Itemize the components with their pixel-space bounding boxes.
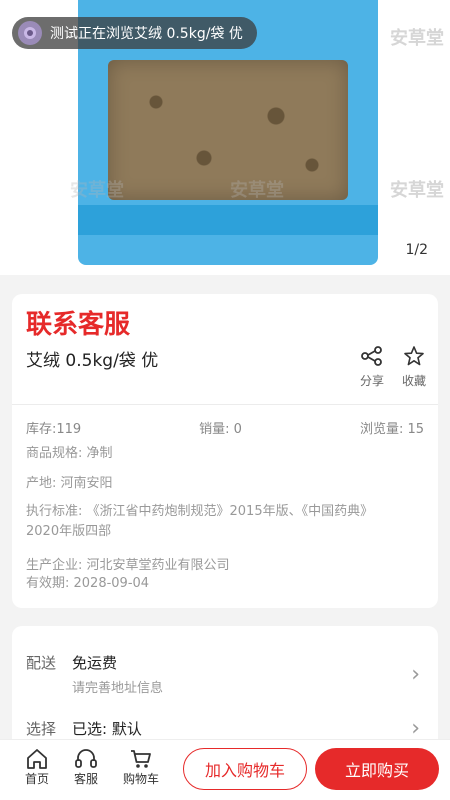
gallery-page-indicator: 1/2	[405, 242, 428, 258]
watermark: 安草堂	[70, 180, 124, 201]
watermark: 安草堂	[390, 28, 444, 49]
bottom-action-bar: 首页 客服 购物车 加入购物车 立即购买	[0, 739, 450, 800]
sales-count: 销量: 0	[199, 422, 242, 437]
nav-cart[interactable]: 购物车	[123, 748, 159, 787]
share-icon	[361, 346, 382, 366]
product-manufacturer: 生产企业: 河北安草堂药业有限公司	[26, 558, 230, 573]
product-origin: 产地: 河南安阳	[26, 476, 113, 491]
delivery-label: 配送	[26, 654, 57, 672]
product-standard-line1: 执行标准: 《浙江省中药炮制规范》2015年版、《中国药典》	[26, 504, 374, 519]
product-standard: 执行标准: 《浙江省中药炮制规范》2015年版、《中国药典》 2020年版四部	[26, 502, 420, 542]
nav-cart-label: 购物车	[123, 772, 160, 786]
browsing-toast: 测试正在浏览艾绒 0.5kg/袋 优	[12, 17, 257, 49]
stock-count: 库存:119	[26, 422, 82, 437]
selection-label: 选择	[26, 720, 57, 738]
chevron-right-icon: ›	[411, 716, 420, 741]
chevron-right-icon: ›	[411, 662, 420, 687]
nav-home[interactable]: 首页	[25, 748, 49, 787]
product-spec: 商品规格: 净制	[26, 446, 113, 461]
product-expiry: 有效期: 2028-09-04	[26, 576, 150, 591]
product-info-card: 联系客服 艾绒 0.5kg/袋 优 分享 收藏 库存:119 销量: 0 浏览量…	[12, 294, 438, 608]
nav-service-label: 客服	[74, 772, 99, 786]
user-avatar-icon	[18, 21, 42, 45]
add-to-cart-button[interactable]: 加入购物车	[183, 748, 307, 790]
product-name: 艾绒 0.5kg/袋 优	[26, 351, 159, 371]
delivery-value: 免运费	[72, 654, 118, 672]
home-icon	[27, 749, 47, 769]
favorite-label: 收藏	[401, 374, 426, 388]
view-count: 浏览量: 15	[359, 422, 424, 437]
product-standard-line2: 2020年版四部	[26, 524, 112, 539]
delivery-address-hint: 请完善地址信息	[72, 681, 164, 696]
favorite-button[interactable]: 收藏	[402, 346, 426, 389]
star-icon	[404, 346, 424, 366]
selection-value: 已选: 默认	[72, 720, 142, 738]
selection-row[interactable]: 选择 已选: 默认 ›	[26, 716, 424, 741]
share-button[interactable]: 分享	[360, 346, 384, 389]
divider	[12, 404, 438, 405]
delivery-row[interactable]: 配送 免运费 请完善地址信息 ›	[26, 652, 424, 696]
headset-icon	[75, 749, 97, 768]
buy-now-button[interactable]: 立即购买	[315, 748, 439, 790]
contact-service-link[interactable]: 联系客服	[26, 304, 130, 341]
nav-service[interactable]: 客服	[74, 748, 98, 787]
cart-icon	[131, 750, 151, 768]
toast-text: 测试正在浏览艾绒 0.5kg/袋 优	[50, 26, 243, 42]
watermark: 安草堂	[230, 180, 284, 201]
watermark: 安草堂	[390, 180, 444, 201]
nav-home-label: 首页	[25, 772, 50, 786]
share-label: 分享	[359, 374, 384, 388]
